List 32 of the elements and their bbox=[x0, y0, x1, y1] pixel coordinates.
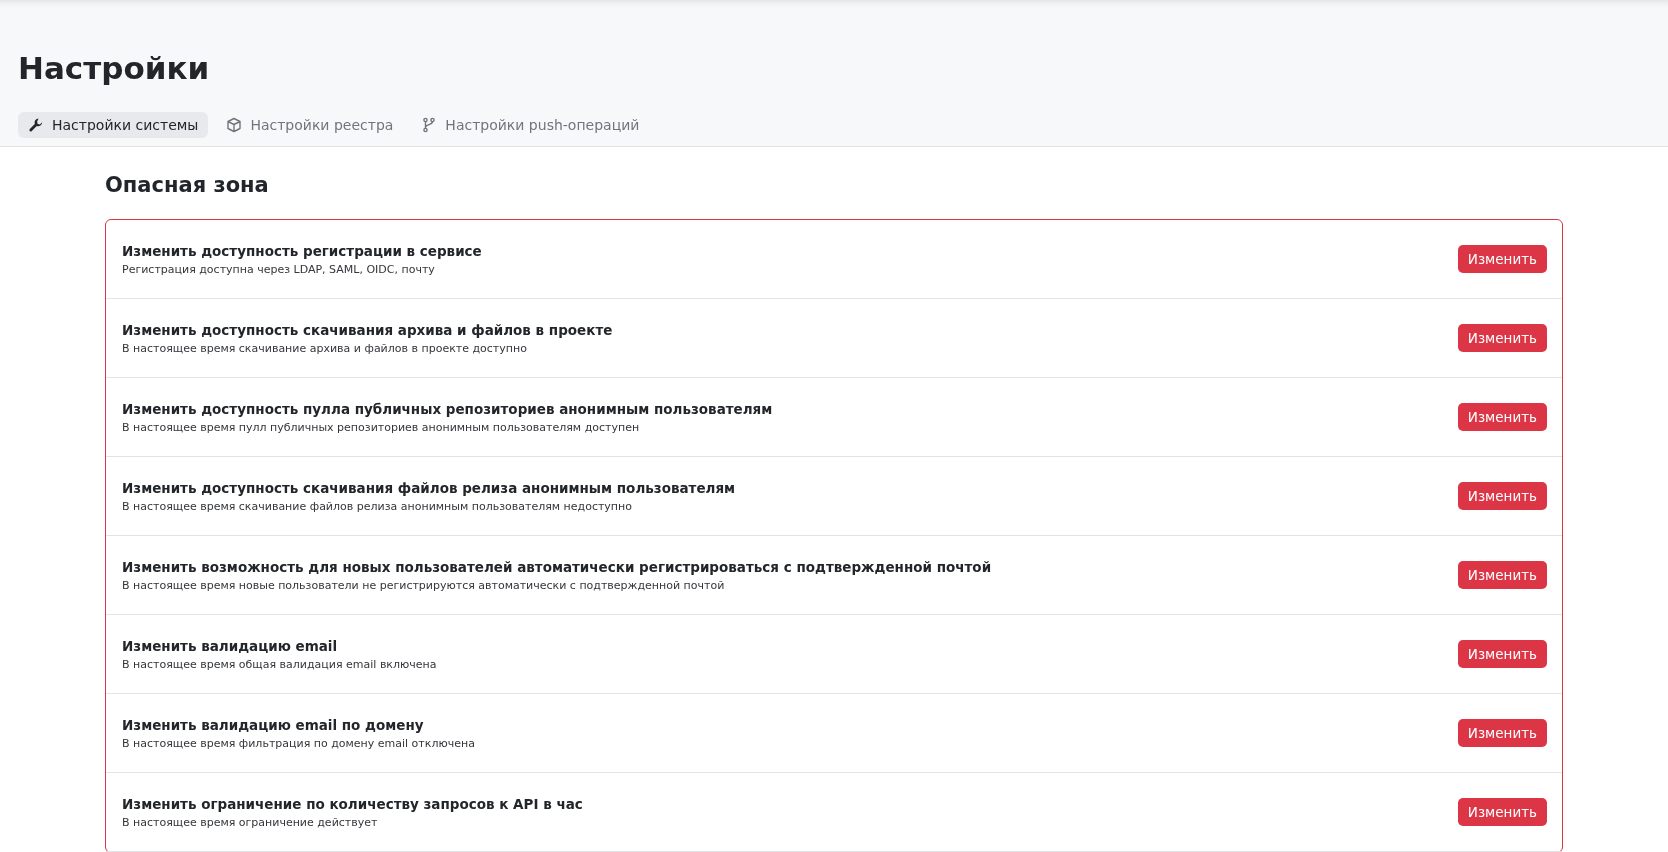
setting-description: В настоящее время скачивание файлов релиза анонимным пользователям недоступно bbox=[122, 499, 633, 513]
setting-title: Изменить доступность скачивания архива и файлов в проекте bbox=[122, 321, 613, 338]
change-button[interactable]: Изменить bbox=[1457, 798, 1547, 826]
wrench-icon bbox=[28, 117, 44, 133]
setting-description: В настоящее время фильтрация по домену email отключена bbox=[122, 736, 475, 750]
change-button[interactable]: Изменить bbox=[1457, 482, 1547, 510]
settings-tab[interactable]: Настройки push-операций bbox=[411, 112, 650, 138]
setting-description: В настоящее время пулл публичных репозиториев анонимным пользователям доступен bbox=[122, 420, 641, 434]
setting-description: В настоящее время скачивание архива и файлов в проекте доступно bbox=[122, 341, 528, 355]
section-title: Опасная зона bbox=[105, 173, 270, 197]
change-button[interactable]: Изменить bbox=[1457, 403, 1547, 431]
change-button[interactable]: Изменить bbox=[1457, 640, 1547, 668]
settings-tab[interactable]: Настройки реестра bbox=[216, 112, 404, 138]
branch-icon bbox=[421, 117, 438, 133]
setting-description: В настоящее время ограничение действует bbox=[122, 815, 379, 829]
change-button[interactable]: Изменить bbox=[1457, 561, 1547, 589]
page-title: Настройки bbox=[18, 50, 211, 86]
setting-title: Изменить доступность скачивания файлов релиза анонимным пользователям bbox=[122, 479, 736, 496]
setting-description: Регистрация доступна через LDAP, SAML, OIDC, почту bbox=[122, 262, 436, 276]
setting-title: Изменить ограничение по количеству запросов к API в час bbox=[122, 795, 583, 812]
cube-icon bbox=[226, 117, 243, 133]
setting-title: Изменить возможность для новых пользователей автоматически регистрироваться с подтвержденной почтой bbox=[122, 558, 992, 575]
change-button[interactable]: Изменить bbox=[1457, 324, 1547, 352]
setting-title: Изменить доступность регистрации в сервисе bbox=[122, 242, 482, 259]
setting-title: Изменить валидацию email bbox=[122, 637, 339, 654]
setting-title: Изменить валидацию email по домену bbox=[122, 716, 425, 733]
change-button[interactable]: Изменить bbox=[1457, 719, 1547, 747]
setting-description: В настоящее время общая валидация email включена bbox=[122, 657, 437, 671]
change-button[interactable]: Изменить bbox=[1457, 245, 1547, 273]
settings-tab[interactable]: Настройки системы bbox=[18, 112, 209, 138]
setting-description: В настоящее время новые пользователи не регистрируются автоматически с подтвержденной почтой bbox=[122, 578, 726, 592]
setting-title: Изменить доступность пулла публичных репозиториев анонимным пользователям bbox=[122, 400, 773, 417]
